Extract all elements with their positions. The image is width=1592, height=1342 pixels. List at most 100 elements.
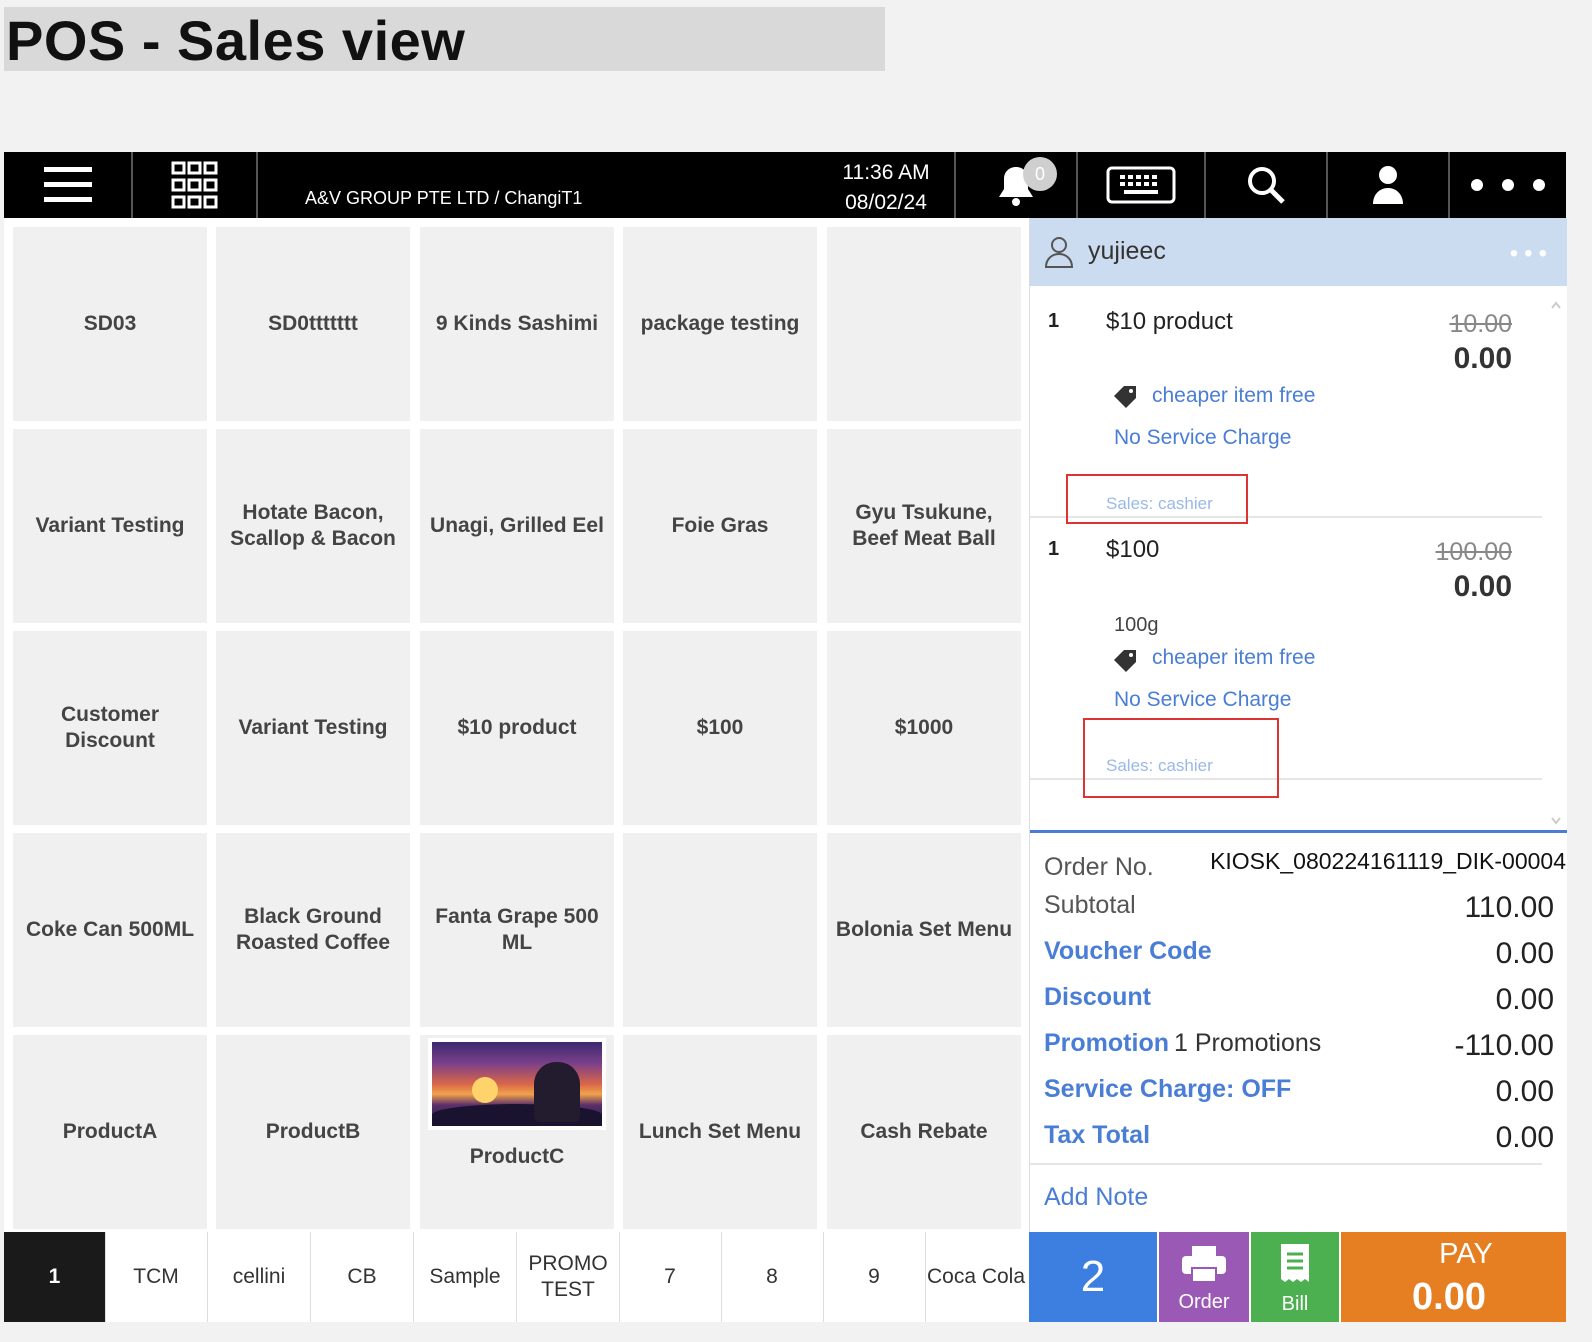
cart-scrollbar[interactable] bbox=[1549, 298, 1563, 828]
action-bar: 2 Order Bill PAY 0.00 bbox=[1029, 1232, 1566, 1322]
grid-icon bbox=[171, 161, 217, 209]
category-tab[interactable]: 9 bbox=[823, 1232, 926, 1322]
keyboard-button[interactable] bbox=[1078, 152, 1206, 218]
promo-label[interactable]: cheaper item free bbox=[1152, 384, 1315, 408]
category-tab[interactable]: cellini bbox=[208, 1232, 311, 1322]
category-tab[interactable]: 8 bbox=[721, 1232, 824, 1322]
item-price: 0.00 bbox=[1453, 570, 1512, 603]
add-note-link[interactable]: Add Note bbox=[1044, 1183, 1148, 1212]
discount-link[interactable]: Discount bbox=[1044, 983, 1151, 1012]
user-button[interactable] bbox=[1328, 152, 1450, 218]
cart-panel: yujieec ••• 1 $10 product 10.00 0.00 che… bbox=[1029, 218, 1567, 1232]
order-summary: Order No. KIOSK_080224161119_DIK-00004 S… bbox=[1030, 830, 1567, 1235]
notification-badge: 0 bbox=[1023, 157, 1057, 191]
item-qty: 1 bbox=[1048, 538, 1060, 560]
product-tile[interactable]: package testing bbox=[623, 227, 817, 421]
search-button[interactable] bbox=[1206, 152, 1328, 218]
product-tile[interactable]: Fanta Grape 500 ML bbox=[420, 833, 614, 1027]
product-tile-empty[interactable] bbox=[827, 227, 1021, 421]
product-tile[interactable]: Unagi, Grilled Eel bbox=[420, 429, 614, 623]
product-tile[interactable]: Foie Gras bbox=[623, 429, 817, 623]
clock-date: 08/02/24 bbox=[845, 191, 927, 214]
item-name: $10 product bbox=[1106, 308, 1233, 335]
product-tile[interactable]: $10 product bbox=[420, 631, 614, 825]
product-tile[interactable]: $1000 bbox=[827, 631, 1021, 825]
category-tab[interactable]: Coca Cola bbox=[925, 1232, 1027, 1322]
category-tab[interactable]: CB bbox=[311, 1232, 414, 1322]
item-original-price: 100.00 bbox=[1435, 538, 1512, 566]
product-tile[interactable]: SD03 bbox=[13, 227, 207, 421]
product-tile[interactable]: Hotate Bacon, Scallop & Bacon bbox=[216, 429, 410, 623]
product-tile[interactable]: $100 bbox=[623, 631, 817, 825]
pos-app: A&V GROUP PTE LTD / ChangiT1 11:36 AM 08… bbox=[4, 152, 1567, 1322]
product-tile[interactable]: Customer Discount bbox=[13, 631, 207, 825]
bill-button[interactable]: Bill bbox=[1251, 1232, 1339, 1322]
service-charge-label[interactable]: No Service Charge bbox=[1114, 426, 1291, 450]
category-tab[interactable]: TCM bbox=[105, 1232, 208, 1322]
printer-icon bbox=[1182, 1246, 1226, 1282]
product-tile[interactable]: Black Ground Roasted Coffee bbox=[216, 833, 410, 1027]
cart-header: yujieec ••• bbox=[1030, 218, 1567, 286]
divider bbox=[1030, 1163, 1542, 1165]
page-title-banner: POS - Sales view bbox=[4, 7, 885, 72]
menu-button[interactable] bbox=[4, 152, 133, 218]
tag-icon bbox=[1114, 650, 1136, 672]
product-grid: SD03 SD0ttttttt 9 Kinds Sashimi package … bbox=[4, 218, 1029, 1232]
clock: 11:36 AM 08/02/24 bbox=[836, 158, 936, 218]
more-button[interactable] bbox=[1450, 152, 1566, 218]
product-tile[interactable]: ProductB bbox=[216, 1035, 410, 1229]
pay-button[interactable]: PAY 0.00 bbox=[1341, 1232, 1566, 1322]
tag-icon bbox=[1114, 386, 1136, 408]
product-tile[interactable]: Variant Testing bbox=[216, 631, 410, 825]
service-charge-link[interactable]: Service Charge: OFF bbox=[1044, 1075, 1291, 1104]
product-tile[interactable]: Cash Rebate bbox=[827, 1035, 1021, 1229]
bill-label: Bill bbox=[1281, 1293, 1309, 1315]
product-tile[interactable]: Variant Testing bbox=[13, 429, 207, 623]
product-tile[interactable]: Lunch Set Menu bbox=[623, 1035, 817, 1229]
item-count-button[interactable]: 2 bbox=[1029, 1232, 1157, 1322]
product-tile[interactable]: Bolonia Set Menu bbox=[827, 833, 1021, 1027]
search-icon bbox=[1248, 167, 1285, 204]
product-tile[interactable]: 9 Kinds Sashimi bbox=[420, 227, 614, 421]
category-tab-active[interactable]: 1 bbox=[4, 1232, 106, 1322]
product-thumbnail-image bbox=[428, 1038, 606, 1130]
keyboard-icon bbox=[1106, 166, 1176, 204]
voucher-code-link[interactable]: Voucher Code bbox=[1044, 937, 1212, 966]
more-dots-icon bbox=[1471, 179, 1545, 191]
promotion-count: 1 Promotions bbox=[1174, 1029, 1322, 1057]
product-tile[interactable]: Coke Can 500ML bbox=[13, 833, 207, 1027]
pay-amount: 0.00 bbox=[1412, 1276, 1486, 1318]
highlight-box bbox=[1066, 474, 1248, 524]
cart-more-icon[interactable]: ••• bbox=[1510, 240, 1553, 268]
product-tile-with-image[interactable]: ProductC bbox=[420, 1035, 614, 1229]
product-tile-empty[interactable] bbox=[623, 833, 817, 1027]
service-charge-label[interactable]: No Service Charge bbox=[1114, 688, 1291, 712]
cart-line-item[interactable]: 1 $100 100.00 0.00 100g cheaper item fre… bbox=[1030, 518, 1542, 798]
clock-time: 11:36 AM bbox=[842, 161, 930, 184]
order-button[interactable]: Order bbox=[1159, 1232, 1249, 1322]
product-tile[interactable]: Gyu Tsukune, Beef Meat Ball bbox=[827, 429, 1021, 623]
category-tab[interactable]: PROMO TEST bbox=[517, 1232, 620, 1322]
cart-line-item[interactable]: 1 $10 product 10.00 0.00 cheaper item fr… bbox=[1030, 288, 1542, 524]
item-original-price: 10.00 bbox=[1449, 310, 1512, 338]
apps-button[interactable] bbox=[133, 152, 258, 218]
company-store-label: A&V GROUP PTE LTD / ChangiT1 bbox=[305, 188, 583, 208]
product-tile[interactable]: ProductA bbox=[13, 1035, 207, 1229]
category-tab[interactable]: 7 bbox=[619, 1232, 722, 1322]
item-qty: 1 bbox=[1048, 310, 1060, 332]
promotion-link[interactable]: Promotion bbox=[1044, 1029, 1169, 1058]
order-number: KIOSK_080224161119_DIK-00004 bbox=[1210, 848, 1566, 874]
pay-label: PAY bbox=[1439, 1238, 1493, 1270]
receipt-icon bbox=[1281, 1244, 1309, 1282]
top-bar: A&V GROUP PTE LTD / ChangiT1 11:36 AM 08… bbox=[4, 152, 1566, 218]
tax-total-link[interactable]: Tax Total bbox=[1044, 1121, 1150, 1150]
notifications-button[interactable] bbox=[956, 152, 1078, 218]
hamburger-icon bbox=[43, 167, 92, 202]
category-tab[interactable]: Sample bbox=[414, 1232, 517, 1322]
product-tile[interactable]: SD0ttttttt bbox=[216, 227, 410, 421]
user-outline-icon bbox=[1044, 237, 1074, 268]
item-name: $100 bbox=[1106, 536, 1160, 563]
promo-label[interactable]: cheaper item free bbox=[1152, 646, 1315, 670]
item-variant: 100g bbox=[1114, 614, 1159, 636]
order-label: Order bbox=[1178, 1291, 1230, 1313]
